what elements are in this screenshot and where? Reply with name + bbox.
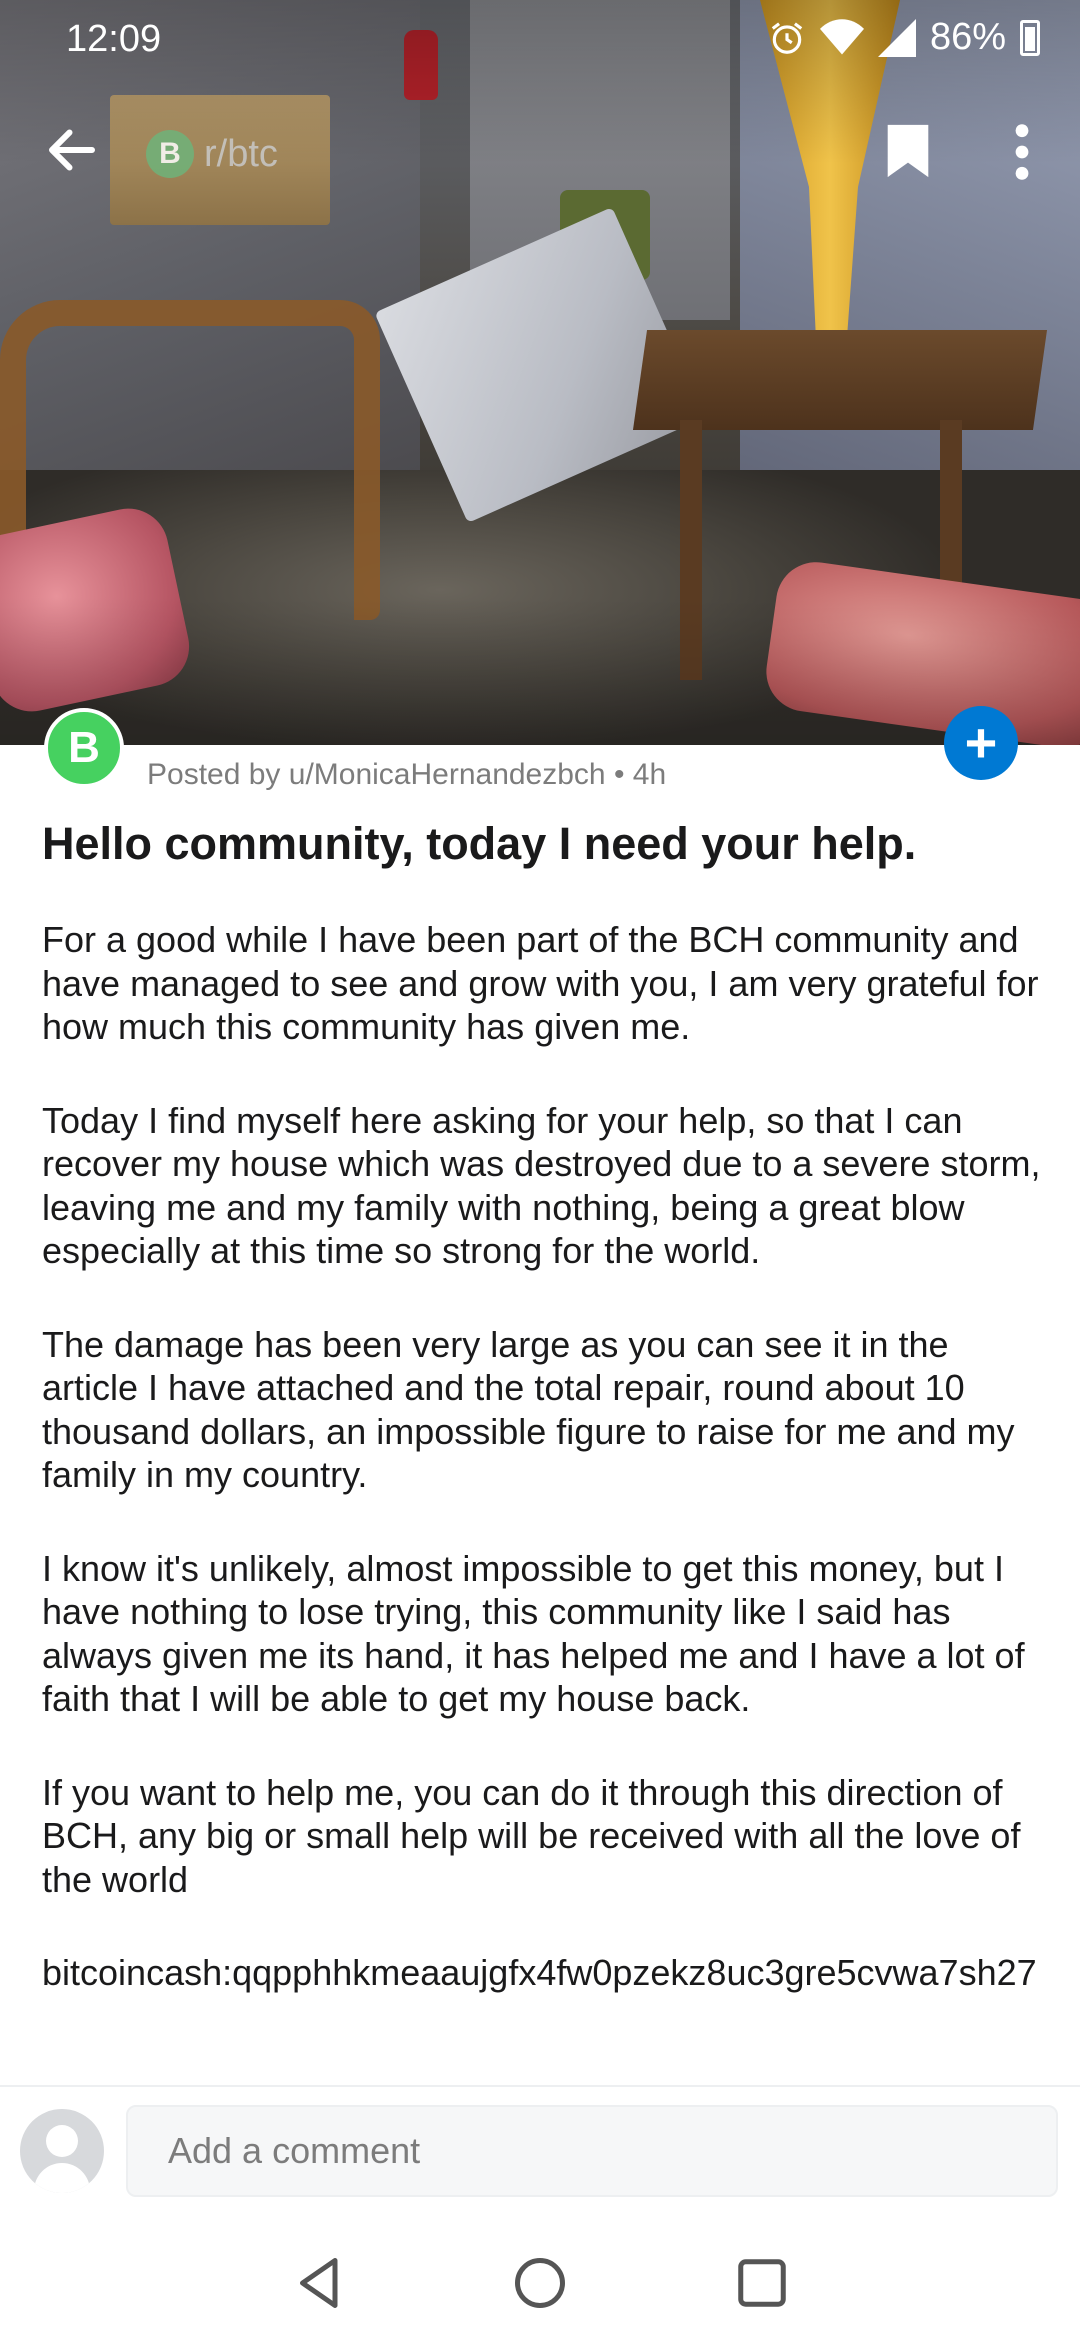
more-vertical-icon[interactable] — [1000, 120, 1044, 184]
top-app-bar: B r/btc — [0, 110, 1080, 190]
subreddit-icon: B — [146, 130, 194, 178]
back-arrow-icon[interactable] — [42, 120, 102, 180]
post-paragraph: Today I find myself here asking for your… — [42, 1099, 1041, 1272]
subreddit-name: r/btc — [204, 132, 278, 175]
status-time: 12:09 — [66, 18, 162, 60]
post-title: Hello community, today I need your help. — [42, 818, 917, 869]
comment-bar: Add a comment — [0, 2085, 1080, 2215]
app-root: 12:09 86% B r/btc B + Posted by u/Monica… — [0, 0, 1080, 2340]
post-paragraph: If you want to help me, you can do it th… — [42, 1771, 1021, 1900]
user-avatar-icon[interactable] — [20, 2109, 104, 2193]
wifi-icon — [819, 18, 864, 54]
signal-icon — [877, 18, 916, 57]
join-button[interactable]: + — [944, 706, 1018, 780]
battery-percent: 86% — [929, 16, 1006, 58]
bookmark-icon[interactable] — [884, 122, 932, 180]
comment-input[interactable]: Add a comment — [126, 2105, 1058, 2197]
post-paragraph: For a good while I have been part of the… — [42, 919, 1039, 1047]
wallet-address: bitcoincash:qqpphhkmeaaujgfx4fw0pzekz8uc… — [42, 1952, 1037, 1993]
nav-back-icon[interactable] — [290, 2253, 350, 2313]
alarm-icon — [771, 21, 803, 54]
post-paragraph: The damage has been very large as you ca… — [42, 1323, 1015, 1496]
nav-home-icon[interactable] — [510, 2253, 570, 2313]
post-paragraph: I know it's unlikely, almost impossible … — [42, 1547, 1025, 1720]
post-body: For a good while I have been part of the… — [42, 918, 1052, 2045]
nav-recents-icon[interactable] — [732, 2253, 792, 2313]
subreddit-avatar[interactable]: B — [44, 708, 124, 788]
status-bar: 12:09 86% — [0, 0, 1080, 80]
system-nav-bar — [0, 2215, 1080, 2340]
subreddit-link[interactable]: B r/btc — [146, 130, 278, 178]
post-meta[interactable]: Posted by u/MonicaHernandezbch • 4h — [147, 758, 666, 792]
battery-icon — [1020, 19, 1040, 56]
